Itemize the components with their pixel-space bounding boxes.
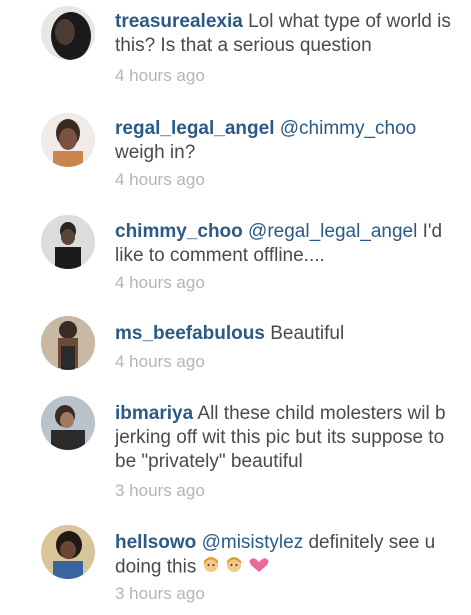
comment-username[interactable]: ibmariya [115, 403, 193, 424]
comment-username[interactable]: regal_legal_angel [115, 118, 274, 139]
avatar[interactable] [41, 215, 95, 269]
comment-text: Beautiful [270, 323, 345, 344]
avatar[interactable] [41, 113, 95, 167]
comment-text: weigh in? [115, 142, 196, 163]
comment-username[interactable]: chimmy_choo [115, 221, 243, 242]
comment-mention[interactable]: @misistylez [202, 532, 304, 553]
comment-mention[interactable]: @chimmy_choo [280, 118, 417, 139]
girl-face-emoji [225, 555, 243, 580]
avatar[interactable] [41, 396, 95, 450]
avatar[interactable] [41, 316, 95, 370]
comment-timestamp: 4 hours ago [115, 352, 205, 371]
comment-username[interactable]: ms_beefabulous [115, 323, 265, 344]
comment-mention[interactable]: @regal_legal_angel [248, 221, 417, 242]
comment-timestamp: 4 hours ago [115, 273, 205, 292]
comment-timestamp: 3 hours ago [115, 584, 205, 603]
comment-timestamp: 3 hours ago [115, 481, 205, 500]
comment-timestamp: 4 hours ago [115, 66, 205, 85]
girl-face-emoji [202, 555, 220, 580]
avatar[interactable] [41, 525, 95, 579]
comment-username[interactable]: hellsowo [115, 532, 196, 553]
comment-username[interactable]: treasurealexia [115, 11, 243, 32]
comment-timestamp: 4 hours ago [115, 170, 205, 189]
avatar[interactable] [41, 6, 95, 60]
heart-emoji [248, 556, 270, 580]
